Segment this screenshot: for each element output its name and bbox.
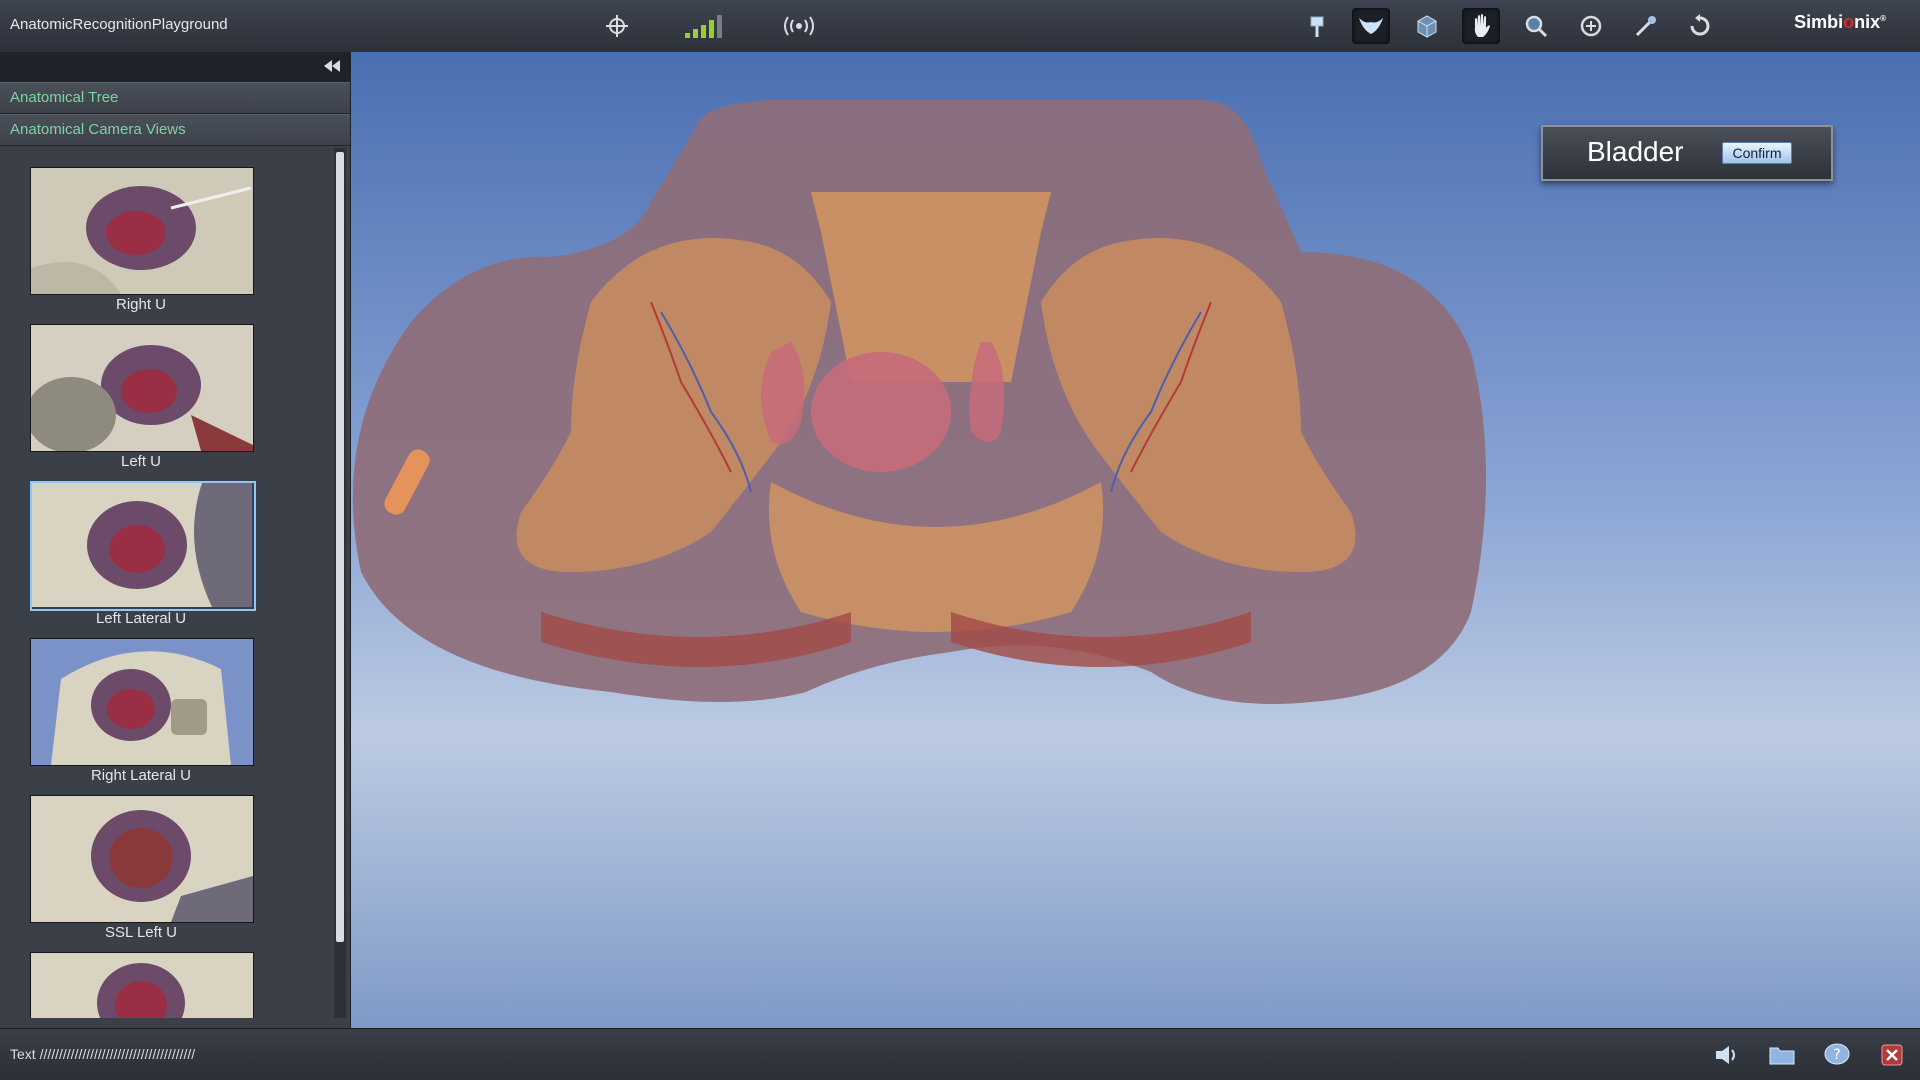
help-icon[interactable]: ? (1822, 1041, 1852, 1069)
view-thumbnail[interactable] (30, 952, 254, 1018)
scrollbar-thumb[interactable] (336, 152, 344, 942)
pelvis-3d-model[interactable] (351, 52, 1920, 1028)
bottom-status-bar: Text ///////////////////////////////////… (0, 1028, 1920, 1080)
brand-logo: Simbionix® (1794, 12, 1886, 32)
top-toolbar: AnatomicRecognitionPlayground Simbionix® (0, 0, 1920, 53)
pelvis-view-icon[interactable] (1352, 8, 1390, 44)
hand-pan-icon[interactable] (1462, 8, 1500, 44)
folder-icon[interactable] (1767, 1041, 1797, 1069)
panel-scrollbar[interactable] (334, 148, 346, 1018)
status-text: Text ///////////////////////////////////… (10, 1046, 196, 1062)
view-label: Right Lateral U (90, 767, 192, 784)
organ-confirm-dialog: Bladder Confirm (1541, 125, 1833, 181)
speaker-icon[interactable] (1712, 1041, 1742, 1069)
left-panel: Anatomical Tree Anatomical Camera Views … (0, 52, 351, 1028)
svg-text:?: ? (1833, 1047, 1840, 1063)
collapse-panel-icon[interactable] (322, 58, 342, 76)
rotate-icon[interactable] (1572, 8, 1610, 44)
view-thumbnail-ssl-left-u[interactable] (30, 795, 254, 923)
reset-icon[interactable] (1681, 8, 1719, 44)
view-thumbnail-left-lateral-u[interactable] (30, 481, 256, 611)
section-anatomical-tree[interactable]: Anatomical Tree (0, 82, 350, 114)
cube-view-icon[interactable] (1408, 8, 1446, 44)
section-camera-views[interactable]: Anatomical Camera Views (0, 114, 350, 146)
broadcast-icon[interactable] (780, 8, 818, 44)
signal-strength-icon (684, 8, 730, 44)
view-thumbnail-right-u[interactable] (30, 167, 254, 295)
view-label: SSL Left U (105, 924, 177, 941)
3d-viewport[interactable]: Bladder Confirm (351, 52, 1920, 1028)
panel-header (0, 52, 350, 82)
pin-icon[interactable] (1298, 8, 1336, 44)
crosshair-icon[interactable] (598, 8, 636, 44)
organ-name-label: Bladder (1587, 136, 1684, 167)
zoom-icon[interactable] (1517, 8, 1555, 44)
view-label: Right U (115, 296, 167, 313)
view-thumbnail-left-u[interactable] (30, 324, 254, 452)
view-label: Left U (120, 453, 162, 470)
close-icon[interactable] (1877, 1041, 1907, 1069)
confirm-button[interactable]: Confirm (1722, 142, 1792, 164)
app-title: AnatomicRecognitionPlayground (10, 16, 228, 33)
camera-view-list: Right U Left U Left Lateral U Right Late… (0, 148, 334, 1018)
pick-tool-icon[interactable] (1627, 8, 1665, 44)
view-label: Left Lateral U (95, 610, 187, 627)
view-thumbnail-right-lateral-u[interactable] (30, 638, 254, 766)
